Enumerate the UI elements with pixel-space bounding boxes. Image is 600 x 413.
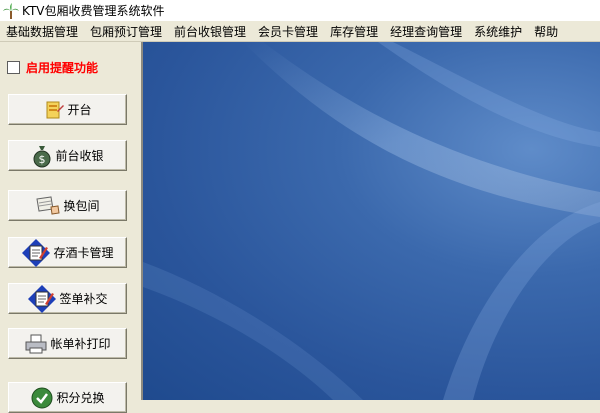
scroll-hand-icon — [36, 195, 61, 215]
menu-help[interactable]: 帮助 — [528, 23, 564, 40]
change-room-label: 换包间 — [63, 199, 100, 213]
printer-icon — [25, 334, 47, 353]
card-edit-icon — [28, 284, 57, 313]
menu-basic-data[interactable]: 基础数据管理 — [0, 23, 84, 40]
menu-manager-query[interactable]: 经理查询管理 — [384, 23, 468, 40]
menu-bar: 基础数据管理 包厢预订管理 前台收银管理 会员卡管理 库存管理 经理查询管理 系… — [0, 21, 600, 42]
open-table-label: 开台 — [67, 103, 92, 117]
menu-room-booking[interactable]: 包厢预订管理 — [84, 23, 168, 40]
desktop-swoosh — [143, 42, 600, 400]
menu-system-maintenance[interactable]: 系统维护 — [468, 23, 528, 40]
menu-front-cashier[interactable]: 前台收银管理 — [168, 23, 252, 40]
desktop-background — [143, 42, 600, 400]
reprint-bill-button[interactable]: 帐单补打印 — [8, 328, 127, 359]
change-room-button[interactable]: 换包间 — [8, 190, 127, 221]
wine-card-button[interactable]: 存酒卡管理 — [8, 237, 127, 268]
points-exchange-button[interactable]: 积分兑换 — [8, 382, 127, 413]
app-palm-icon — [3, 2, 19, 19]
title-bar: KTV包厢收费管理系统软件 — [0, 0, 600, 21]
reminder-toggle[interactable]: 启用提醒功能 — [7, 59, 98, 76]
open-table-icon — [46, 101, 65, 118]
sign-bill-button[interactable]: 签单补交 — [8, 283, 127, 314]
menu-inventory[interactable]: 库存管理 — [324, 23, 384, 40]
exchange-icon — [31, 387, 53, 408]
card-edit-icon — [22, 238, 51, 267]
reminder-label: 启用提醒功能 — [26, 61, 99, 75]
open-table-button[interactable]: 开台 — [8, 94, 127, 125]
front-cashier-button[interactable]: $ 前台收银 — [8, 140, 127, 171]
reprint-bill-label: 帐单补打印 — [50, 337, 111, 351]
reminder-checkbox[interactable] — [7, 61, 20, 74]
points-exchange-label: 积分兑换 — [56, 391, 105, 405]
sidebar: 启用提醒功能 开台 $ 前台收银 换包间 存酒卡管理 签单补交 帐单补打印 积分… — [0, 42, 143, 413]
window-title: KTV包厢收费管理系统软件 — [22, 4, 165, 18]
menu-member-card[interactable]: 会员卡管理 — [252, 23, 324, 40]
money-bag-icon: $ — [33, 145, 51, 167]
front-cashier-label: 前台收银 — [55, 149, 104, 163]
wine-card-label: 存酒卡管理 — [53, 246, 114, 260]
svg-text:$: $ — [39, 153, 46, 166]
sign-bill-label: 签单补交 — [59, 292, 108, 306]
